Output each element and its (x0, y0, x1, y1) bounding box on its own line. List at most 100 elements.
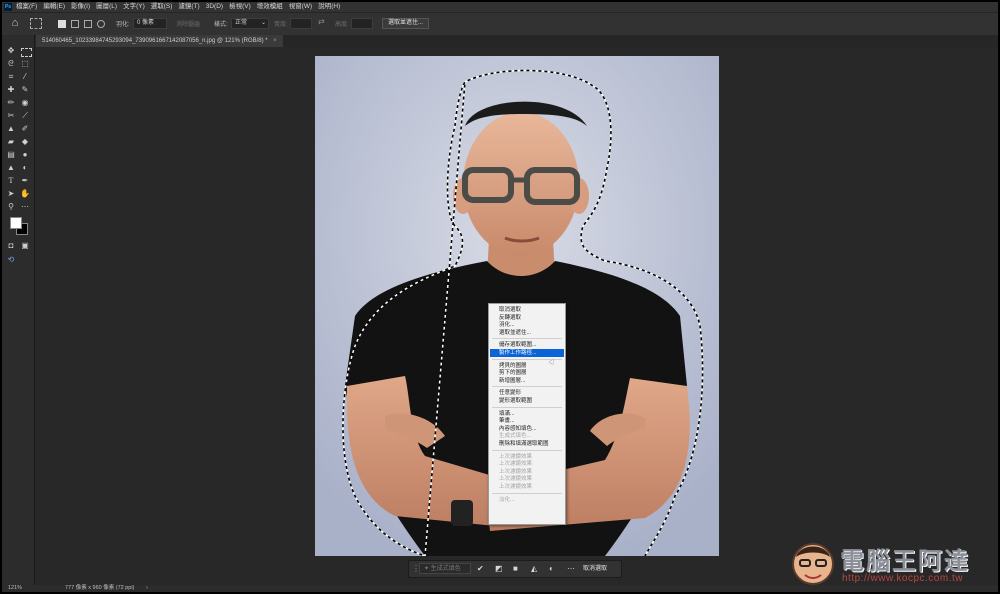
menu-bar: Ps 檔案(F) 編輯(E) 影像(I) 圖層(L) 文字(Y) 選取(S) 濾鏡(T) 3D… (2, 2, 998, 12)
context-menu-item: 淡化... (499, 496, 515, 503)
paint-bucket-icon[interactable]: ▰ (5, 136, 17, 148)
width-label: 寬度: (274, 22, 288, 28)
eyedropper-tool-icon[interactable]: ⁄ (19, 71, 31, 83)
context-menu-item[interactable]: 新增圖層... (490, 377, 564, 385)
menu-separator (492, 386, 562, 388)
menu-item[interactable]: 圖層(L) (96, 3, 117, 10)
menu-item[interactable]: 文字(Y) (123, 3, 145, 10)
menu-item[interactable]: 編輯(E) (43, 3, 65, 10)
eraser-icon[interactable]: ◆ (19, 136, 31, 148)
antialias-checkbox[interactable]: 消除鋸齒 (176, 19, 200, 28)
more-tools-icon[interactable]: ⋯ (19, 201, 31, 213)
document-tab-bar: 514060465_10233984745293094_739096166714… (36, 35, 998, 47)
move-tool-icon[interactable]: ✥ (5, 45, 17, 57)
context-menu-item: 上次濾鏡效果 (499, 484, 533, 490)
photoshop-logo: Ps (4, 3, 12, 11)
path-select-icon[interactable]: ➤ (5, 188, 17, 200)
width-input[interactable] (290, 18, 312, 29)
watermark-url: http://www.kocpc.com.tw (842, 573, 963, 584)
options-bar: ⌂ 羽化: 0 像素 消除鋸齒 樣式: 正常 ⌄ 寬度: ⇄ 高度: 選取並遮住.… (2, 12, 998, 36)
fill-selection-icon[interactable]: ◐ (549, 561, 554, 577)
add-to-selection-icon[interactable] (71, 20, 79, 28)
chevron-down-icon: ⌄ (260, 20, 266, 26)
feather-label: 羽化: (116, 22, 130, 28)
blur-tool-icon[interactable]: ● (19, 149, 31, 161)
menu-item[interactable]: 選取(S) (151, 3, 173, 10)
marquee-preset-icon[interactable] (30, 18, 42, 29)
menu-separator (492, 406, 562, 408)
menu-item[interactable]: 濾鏡(T) (178, 3, 199, 10)
deselect-button[interactable]: 取消選取 (583, 561, 607, 577)
share-icon[interactable]: ⟲ (5, 254, 17, 266)
sharpen-tool-icon[interactable]: ▲ (5, 162, 17, 174)
menu-item[interactable]: 增效模組 (257, 3, 283, 10)
tools-panel: ✥ ᘓ ⬚ ⌗ ⁄ ✚ ✎ ✏ ◉ ✂ ⟋ ▲ ✐ ▰ ◆ ▤ ● ▲ ◐ T … (2, 35, 35, 585)
contextual-task-bar: ⋮ ✦ 生成式填色 ✔ ◩ ■ ◭ ◐ ⋯ 取消選取 (408, 560, 622, 578)
brush-tool-icon[interactable]: ✎ (19, 84, 31, 96)
height-input[interactable] (351, 18, 373, 29)
lasso-tool-icon[interactable]: ᘓ (5, 58, 17, 70)
style-select[interactable]: 正常 ⌄ (231, 18, 269, 29)
intersect-selection-icon[interactable] (97, 20, 105, 28)
document-tab[interactable]: 514060465_10233984745293094_739096166714… (36, 35, 283, 47)
context-menu: 取消選取 反轉選取 羽化... 選取並遮住... 儲存選取範圍... 製作工作路徑... 拷… (488, 303, 566, 525)
menu-item[interactable]: 檔案(F) (16, 3, 37, 10)
transform-icon[interactable]: ◭ (531, 561, 537, 577)
sparkle-icon: ✦ (424, 566, 431, 572)
screen-mode-icon[interactable]: ▣ (19, 240, 31, 252)
feather-input[interactable]: 0 像素 (133, 18, 167, 29)
zoom-tool-icon[interactable]: ⚲ (5, 201, 17, 213)
quick-mask-icon[interactable]: ◘ (5, 240, 17, 252)
stamp-tool-icon[interactable]: ◉ (19, 97, 31, 109)
home-icon[interactable]: ⌂ (8, 17, 22, 30)
hand-tool-icon[interactable]: ✋ (19, 188, 31, 200)
type-tool-icon[interactable]: T (5, 175, 17, 187)
swap-icon[interactable]: ⇄ (318, 17, 325, 26)
gradient-tool-icon[interactable]: ▤ (5, 149, 17, 161)
height-label: 高度: (335, 22, 349, 28)
document-info: 777 像素 x 960 像素 (72 ppi) (65, 585, 135, 591)
more-options-icon[interactable]: ⋯ (567, 561, 575, 577)
dodge-tool-icon[interactable]: ◐ (19, 162, 31, 174)
history-brush-icon[interactable]: ⟋ (19, 110, 31, 122)
generative-fill-label: 生成式填色 (430, 566, 461, 572)
close-icon[interactable]: × (273, 38, 277, 44)
context-menu-item[interactable]: 變形選取範圍 (490, 397, 564, 405)
healing-brush-icon[interactable]: ✚ (5, 84, 17, 96)
menu-item[interactable]: 檢視(V) (229, 3, 251, 10)
modify-selection-icon[interactable]: ✔ (477, 561, 484, 577)
rect-marquee-tool-icon[interactable] (21, 48, 32, 57)
menu-separator (492, 338, 562, 340)
zoom-level[interactable]: 121% (8, 585, 22, 592)
art-history-icon[interactable]: ✐ (19, 123, 31, 135)
create-mask-icon[interactable]: ■ (513, 561, 518, 577)
canvas-area[interactable]: 取消選取 反轉選取 羽化... 選取並遮住... 儲存選取範圍... 製作工作路徑... 拷… (36, 47, 998, 585)
style-select-value: 正常 (235, 20, 248, 26)
menu-separator (492, 449, 562, 451)
pencil-tool-icon[interactable]: ✏ (5, 97, 17, 109)
photoshop-window: Ps 檔案(F) 編輯(E) 影像(I) 圖層(L) 文字(Y) 選取(S) 濾鏡(T) 3D… (2, 2, 998, 592)
foreground-color-top (10, 217, 22, 229)
subtract-selection-icon[interactable] (84, 20, 92, 28)
generative-fill-button[interactable]: ✦ 生成式填色 (419, 563, 471, 574)
new-selection-icon[interactable] (58, 20, 66, 28)
crop-tool-icon[interactable]: ⌗ (5, 71, 17, 83)
menu-item[interactable]: 視窗(W) (289, 3, 312, 10)
invert-selection-icon[interactable]: ◩ (495, 561, 503, 577)
pen-tool-icon[interactable]: ✒ (19, 175, 31, 187)
menu-item[interactable]: 說明(H) (318, 3, 340, 10)
chevron-right-icon[interactable]: › (146, 585, 148, 592)
context-menu-item[interactable]: 刪除和填滿選取範圍 (490, 440, 564, 448)
context-menu-item[interactable]: 製作工作路徑... (490, 349, 564, 357)
clone-tool-icon[interactable]: ✂ (5, 110, 17, 122)
select-and-mask-button[interactable]: 選取並遮住... (382, 18, 430, 29)
menu-separator (492, 492, 562, 494)
watermark: 電腦王阿達 http://www.kocpc.com.tw (786, 537, 996, 589)
style-label: 樣式: (214, 22, 228, 28)
menu-item[interactable]: 3D(D) (206, 3, 223, 10)
context-menu-item[interactable]: 選取並遮住... (490, 329, 564, 337)
menu-item[interactable]: 影像(I) (71, 3, 90, 10)
watermark-title: 電腦王阿達 (840, 548, 970, 575)
object-select-tool-icon[interactable]: ⬚ (19, 58, 31, 70)
eraser-tool-icon[interactable]: ▲ (5, 123, 17, 135)
